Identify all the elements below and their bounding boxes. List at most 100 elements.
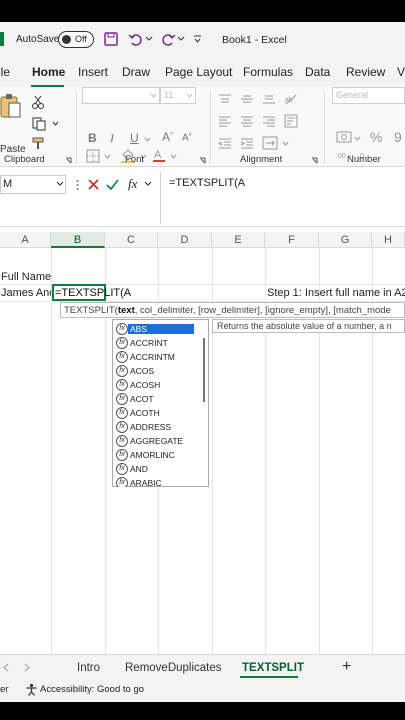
- tooltip-function-name[interactable]: TEXTSPLIT(: [64, 305, 118, 316]
- cut-icon[interactable]: [32, 95, 44, 109]
- orientation-icon[interactable]: ab: [284, 93, 298, 105]
- copy-dropdown-icon[interactable]: [52, 121, 59, 126]
- column-header-b[interactable]: B: [51, 232, 105, 248]
- percent-style-icon[interactable]: %: [370, 129, 382, 145]
- increase-indent-icon[interactable]: [240, 137, 254, 149]
- autocomplete-item[interactable]: fx AND: [113, 462, 199, 476]
- autocomplete-item[interactable]: fx AMORLINC: [113, 448, 199, 462]
- autocomplete-item[interactable]: fx ADDRESS: [113, 420, 199, 434]
- merge-center-icon[interactable]: [262, 136, 278, 150]
- merge-dropdown-icon[interactable]: [282, 141, 289, 146]
- accessibility-icon[interactable]: [25, 683, 38, 696]
- increase-font-icon[interactable]: A^: [162, 130, 173, 144]
- top-align-icon[interactable]: [218, 93, 232, 105]
- tab-home[interactable]: Home: [32, 65, 65, 79]
- customize-toolbar-icon[interactable]: [193, 35, 202, 43]
- autocomplete-item[interactable]: fx ACOS: [113, 364, 199, 378]
- bold-icon[interactable]: B: [88, 131, 97, 145]
- italic-icon[interactable]: I: [110, 131, 114, 146]
- sheet-tab-textsplit[interactable]: TEXTSPLIT: [242, 662, 304, 674]
- autocomplete-item[interactable]: fx ACOT: [113, 392, 199, 406]
- function-icon: fx: [116, 449, 128, 461]
- undo-dropdown-icon[interactable]: [145, 36, 153, 42]
- underline-dropdown-icon[interactable]: [144, 137, 151, 142]
- function-autocomplete-list[interactable]: fx ABS fx ACCRINT fx ACCRINTM fx ACOS fx ACOS…: [112, 319, 209, 487]
- save-icon[interactable]: [104, 32, 118, 46]
- tab-review[interactable]: Review: [346, 65, 385, 79]
- autocomplete-item[interactable]: fx ACCRINTM: [113, 350, 199, 364]
- font-launcher-icon[interactable]: [199, 157, 206, 164]
- tab-file[interactable]: ile: [0, 65, 10, 79]
- autosave-toggle[interactable]: Off: [58, 31, 94, 48]
- paste-icon[interactable]: [0, 93, 22, 119]
- scroll-right-icon[interactable]: [24, 663, 30, 672]
- tab-draw[interactable]: Draw: [122, 65, 150, 79]
- autocomplete-item-label: ACOSH: [130, 380, 161, 390]
- tooltip-current-arg[interactable]: text: [118, 305, 135, 316]
- active-cell-b2[interactable]: =TEXTSPLIT(A: [52, 284, 131, 301]
- autocomplete-item[interactable]: fx ACCRINT: [113, 336, 199, 350]
- column-header-f[interactable]: F: [265, 232, 319, 248]
- cell-a1[interactable]: Full Name: [1, 271, 51, 283]
- alignment-launcher-icon[interactable]: [311, 157, 318, 164]
- tab-formulas[interactable]: Formulas: [243, 65, 293, 79]
- worksheet-grid[interactable]: A B C D E F G H Full Name James And =TEX…: [0, 232, 405, 662]
- decrease-indent-icon[interactable]: [218, 137, 232, 149]
- cell-a2[interactable]: James And: [1, 287, 51, 299]
- underline-icon[interactable]: U: [130, 131, 139, 145]
- accounting-dropdown-icon[interactable]: [354, 136, 361, 141]
- sheet-tab-removeduplicates[interactable]: RemoveDuplicates: [125, 662, 222, 674]
- font-color-dropdown-icon[interactable]: [170, 154, 177, 159]
- accounting-format-icon[interactable]: [336, 131, 352, 143]
- autocomplete-item[interactable]: fx ARABIC: [113, 476, 199, 487]
- tab-insert[interactable]: Insert: [78, 65, 108, 79]
- decrease-font-icon[interactable]: Av: [182, 132, 192, 143]
- column-header-c[interactable]: C: [105, 232, 158, 248]
- clipboard-launcher-icon[interactable]: [65, 157, 72, 164]
- name-box-dropdown-icon[interactable]: [56, 181, 64, 187]
- column-header-a[interactable]: A: [0, 232, 51, 248]
- fx-dropdown-icon[interactable]: [144, 181, 152, 187]
- column-header-g[interactable]: G: [319, 232, 372, 248]
- redo-icon[interactable]: [160, 32, 176, 46]
- borders-dropdown-icon[interactable]: [104, 154, 111, 159]
- copy-icon[interactable]: [32, 117, 46, 131]
- column-header-d[interactable]: D: [158, 232, 212, 248]
- column-header-h[interactable]: H: [372, 232, 405, 248]
- wrap-text-icon[interactable]: [284, 114, 298, 128]
- number-format-dropdown[interactable]: General: [332, 87, 405, 104]
- sheet-tab-intro[interactable]: Intro: [77, 662, 100, 674]
- align-center-icon[interactable]: [240, 115, 254, 127]
- autocomplete-item[interactable]: fx ABS: [113, 322, 199, 336]
- autocomplete-item[interactable]: fx ACOSH: [113, 378, 199, 392]
- tab-view[interactable]: V: [397, 65, 405, 79]
- redo-dropdown-icon[interactable]: [177, 36, 185, 42]
- font-name-dropdown[interactable]: [82, 87, 160, 104]
- insert-function-icon[interactable]: fx: [128, 176, 137, 192]
- undo-icon[interactable]: [128, 32, 144, 46]
- bottom-align-icon[interactable]: [262, 93, 276, 105]
- autocomplete-item[interactable]: fx ACOTH: [113, 406, 199, 420]
- font-color-icon[interactable]: A: [152, 147, 166, 163]
- font-size-dropdown[interactable]: 11: [160, 87, 196, 104]
- grip-icon[interactable]: [75, 179, 80, 191]
- format-painter-icon[interactable]: [32, 137, 46, 151]
- align-left-icon[interactable]: [218, 115, 232, 127]
- align-right-icon[interactable]: [262, 115, 276, 127]
- column-header-e[interactable]: E: [212, 232, 265, 248]
- accessibility-status[interactable]: Accessibility: Good to go: [40, 684, 144, 695]
- add-sheet-button[interactable]: +: [342, 658, 351, 676]
- middle-align-icon[interactable]: [240, 93, 254, 105]
- formula-input[interactable]: =TEXTSPLIT(A: [160, 172, 405, 224]
- cancel-icon[interactable]: [88, 179, 99, 190]
- borders-icon[interactable]: [86, 149, 100, 163]
- step-note[interactable]: Step 1: Insert full name in A2.: [267, 287, 405, 299]
- enter-check-icon[interactable]: [106, 179, 119, 190]
- comma-style-icon[interactable]: 9: [394, 129, 402, 145]
- autocomplete-scrollbar[interactable]: [203, 338, 205, 402]
- autocomplete-item[interactable]: fx AGGREGATE: [113, 434, 199, 448]
- number-group-label: Number: [347, 154, 381, 165]
- tab-page-layout[interactable]: Page Layout: [165, 65, 232, 79]
- tab-data[interactable]: Data: [305, 65, 330, 79]
- scroll-left-icon[interactable]: [3, 663, 9, 672]
